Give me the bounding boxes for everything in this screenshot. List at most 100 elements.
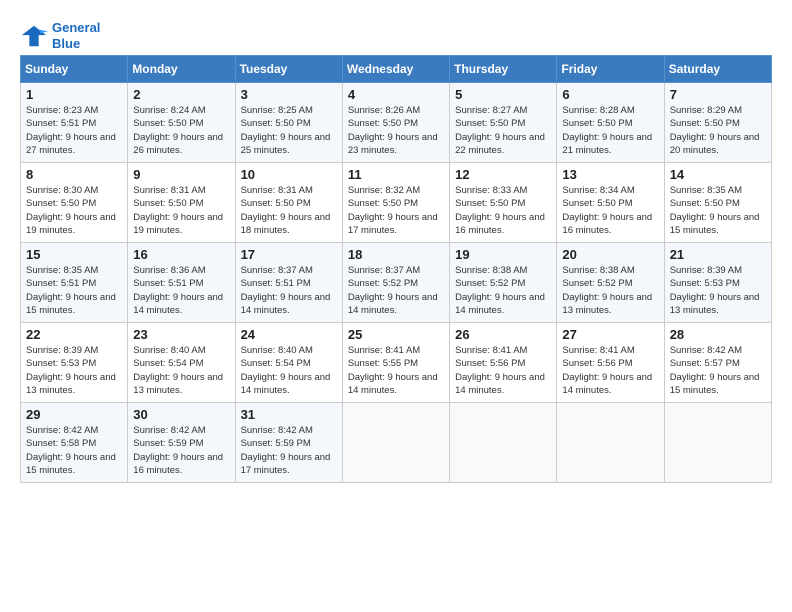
- calendar-cell: 15 Sunrise: 8:35 AMSunset: 5:51 PMDayligh…: [21, 243, 128, 323]
- day-number: 31: [241, 407, 337, 422]
- calendar-cell: 30 Sunrise: 8:42 AMSunset: 5:59 PMDayligh…: [128, 403, 235, 483]
- calendar-day-header: Tuesday: [235, 56, 342, 83]
- calendar-day-header: Sunday: [21, 56, 128, 83]
- day-info: Sunrise: 8:37 AMSunset: 5:51 PMDaylight:…: [241, 264, 337, 317]
- day-info: Sunrise: 8:40 AMSunset: 5:54 PMDaylight:…: [241, 344, 337, 397]
- week-row: 22 Sunrise: 8:39 AMSunset: 5:53 PMDayligh…: [21, 323, 772, 403]
- day-number: 12: [455, 167, 551, 182]
- day-info: Sunrise: 8:38 AMSunset: 5:52 PMDaylight:…: [562, 264, 658, 317]
- week-row: 1 Sunrise: 8:23 AMSunset: 5:51 PMDaylight…: [21, 83, 772, 163]
- day-info: Sunrise: 8:24 AMSunset: 5:50 PMDaylight:…: [133, 104, 229, 157]
- calendar-cell: [342, 403, 449, 483]
- calendar-cell: 12 Sunrise: 8:33 AMSunset: 5:50 PMDayligh…: [450, 163, 557, 243]
- week-row: 29 Sunrise: 8:42 AMSunset: 5:58 PMDayligh…: [21, 403, 772, 483]
- calendar-cell: 24 Sunrise: 8:40 AMSunset: 5:54 PMDayligh…: [235, 323, 342, 403]
- day-info: Sunrise: 8:42 AMSunset: 5:59 PMDaylight:…: [241, 424, 337, 477]
- calendar-cell: [450, 403, 557, 483]
- calendar-cell: [557, 403, 664, 483]
- day-number: 14: [670, 167, 766, 182]
- calendar-cell: 29 Sunrise: 8:42 AMSunset: 5:58 PMDayligh…: [21, 403, 128, 483]
- day-info: Sunrise: 8:42 AMSunset: 5:59 PMDaylight:…: [133, 424, 229, 477]
- calendar-cell: 14 Sunrise: 8:35 AMSunset: 5:50 PMDayligh…: [664, 163, 771, 243]
- day-info: Sunrise: 8:31 AMSunset: 5:50 PMDaylight:…: [241, 184, 337, 237]
- calendar-cell: 22 Sunrise: 8:39 AMSunset: 5:53 PMDayligh…: [21, 323, 128, 403]
- calendar-header-row: SundayMondayTuesdayWednesdayThursdayFrid…: [21, 56, 772, 83]
- week-row: 15 Sunrise: 8:35 AMSunset: 5:51 PMDayligh…: [21, 243, 772, 323]
- day-number: 16: [133, 247, 229, 262]
- day-number: 19: [455, 247, 551, 262]
- day-number: 7: [670, 87, 766, 102]
- calendar-cell: 3 Sunrise: 8:25 AMSunset: 5:50 PMDaylight…: [235, 83, 342, 163]
- day-info: Sunrise: 8:31 AMSunset: 5:50 PMDaylight:…: [133, 184, 229, 237]
- calendar-cell: 4 Sunrise: 8:26 AMSunset: 5:50 PMDaylight…: [342, 83, 449, 163]
- day-number: 4: [348, 87, 444, 102]
- day-number: 2: [133, 87, 229, 102]
- week-row: 8 Sunrise: 8:30 AMSunset: 5:50 PMDaylight…: [21, 163, 772, 243]
- logo-text: General Blue: [52, 20, 100, 51]
- day-number: 6: [562, 87, 658, 102]
- calendar-table: SundayMondayTuesdayWednesdayThursdayFrid…: [20, 55, 772, 483]
- page-header: General Blue: [20, 20, 772, 51]
- day-info: Sunrise: 8:36 AMSunset: 5:51 PMDaylight:…: [133, 264, 229, 317]
- calendar-cell: 28 Sunrise: 8:42 AMSunset: 5:57 PMDayligh…: [664, 323, 771, 403]
- day-number: 8: [26, 167, 122, 182]
- day-info: Sunrise: 8:28 AMSunset: 5:50 PMDaylight:…: [562, 104, 658, 157]
- day-info: Sunrise: 8:27 AMSunset: 5:50 PMDaylight:…: [455, 104, 551, 157]
- day-info: Sunrise: 8:23 AMSunset: 5:51 PMDaylight:…: [26, 104, 122, 157]
- day-info: Sunrise: 8:35 AMSunset: 5:50 PMDaylight:…: [670, 184, 766, 237]
- calendar-cell: 20 Sunrise: 8:38 AMSunset: 5:52 PMDayligh…: [557, 243, 664, 323]
- day-info: Sunrise: 8:32 AMSunset: 5:50 PMDaylight:…: [348, 184, 444, 237]
- calendar-cell: 26 Sunrise: 8:41 AMSunset: 5:56 PMDayligh…: [450, 323, 557, 403]
- day-info: Sunrise: 8:41 AMSunset: 5:56 PMDaylight:…: [455, 344, 551, 397]
- logo-icon: [20, 22, 48, 50]
- day-info: Sunrise: 8:30 AMSunset: 5:50 PMDaylight:…: [26, 184, 122, 237]
- calendar-day-header: Wednesday: [342, 56, 449, 83]
- day-info: Sunrise: 8:26 AMSunset: 5:50 PMDaylight:…: [348, 104, 444, 157]
- day-number: 5: [455, 87, 551, 102]
- day-info: Sunrise: 8:25 AMSunset: 5:50 PMDaylight:…: [241, 104, 337, 157]
- day-info: Sunrise: 8:35 AMSunset: 5:51 PMDaylight:…: [26, 264, 122, 317]
- day-number: 11: [348, 167, 444, 182]
- calendar-cell: 19Sunrise: 8:38 AMSunset: 5:52 PMDayligh…: [450, 243, 557, 323]
- calendar-day-header: Friday: [557, 56, 664, 83]
- calendar-cell: 9 Sunrise: 8:31 AMSunset: 5:50 PMDaylight…: [128, 163, 235, 243]
- day-number: 27: [562, 327, 658, 342]
- day-number: 17: [241, 247, 337, 262]
- day-number: 1: [26, 87, 122, 102]
- calendar-day-header: Saturday: [664, 56, 771, 83]
- calendar-cell: 2 Sunrise: 8:24 AMSunset: 5:50 PMDaylight…: [128, 83, 235, 163]
- calendar-cell: 27 Sunrise: 8:41 AMSunset: 5:56 PMDayligh…: [557, 323, 664, 403]
- calendar-cell: 13 Sunrise: 8:34 AMSunset: 5:50 PMDayligh…: [557, 163, 664, 243]
- day-info: Sunrise: 8:42 AMSunset: 5:57 PMDaylight:…: [670, 344, 766, 397]
- day-number: 20: [562, 247, 658, 262]
- day-number: 24: [241, 327, 337, 342]
- day-number: 9: [133, 167, 229, 182]
- day-number: 25: [348, 327, 444, 342]
- day-info: Sunrise: 8:41 AMSunset: 5:56 PMDaylight:…: [562, 344, 658, 397]
- day-number: 22: [26, 327, 122, 342]
- day-number: 15: [26, 247, 122, 262]
- logo: General Blue: [20, 20, 100, 51]
- calendar-cell: 7 Sunrise: 8:29 AMSunset: 5:50 PMDaylight…: [664, 83, 771, 163]
- calendar-cell: 5 Sunrise: 8:27 AMSunset: 5:50 PMDaylight…: [450, 83, 557, 163]
- day-info: Sunrise: 8:41 AMSunset: 5:55 PMDaylight:…: [348, 344, 444, 397]
- day-info: Sunrise: 8:33 AMSunset: 5:50 PMDaylight:…: [455, 184, 551, 237]
- calendar-cell: 25 Sunrise: 8:41 AMSunset: 5:55 PMDayligh…: [342, 323, 449, 403]
- day-info: Sunrise: 8:42 AMSunset: 5:58 PMDaylight:…: [26, 424, 122, 477]
- calendar-cell: 1 Sunrise: 8:23 AMSunset: 5:51 PMDaylight…: [21, 83, 128, 163]
- day-number: 28: [670, 327, 766, 342]
- day-number: 13: [562, 167, 658, 182]
- day-info: Sunrise: 8:29 AMSunset: 5:50 PMDaylight:…: [670, 104, 766, 157]
- day-number: 21: [670, 247, 766, 262]
- calendar-day-header: Thursday: [450, 56, 557, 83]
- day-number: 30: [133, 407, 229, 422]
- day-info: Sunrise: 8:39 AMSunset: 5:53 PMDaylight:…: [26, 344, 122, 397]
- day-info: Sunrise: 8:34 AMSunset: 5:50 PMDaylight:…: [562, 184, 658, 237]
- calendar-cell: 6 Sunrise: 8:28 AMSunset: 5:50 PMDaylight…: [557, 83, 664, 163]
- day-number: 29: [26, 407, 122, 422]
- day-number: 3: [241, 87, 337, 102]
- calendar-cell: 23Sunrise: 8:40 AMSunset: 5:54 PMDayligh…: [128, 323, 235, 403]
- day-number: 26: [455, 327, 551, 342]
- calendar-cell: 11 Sunrise: 8:32 AMSunset: 5:50 PMDayligh…: [342, 163, 449, 243]
- calendar-cell: 16 Sunrise: 8:36 AMSunset: 5:51 PMDayligh…: [128, 243, 235, 323]
